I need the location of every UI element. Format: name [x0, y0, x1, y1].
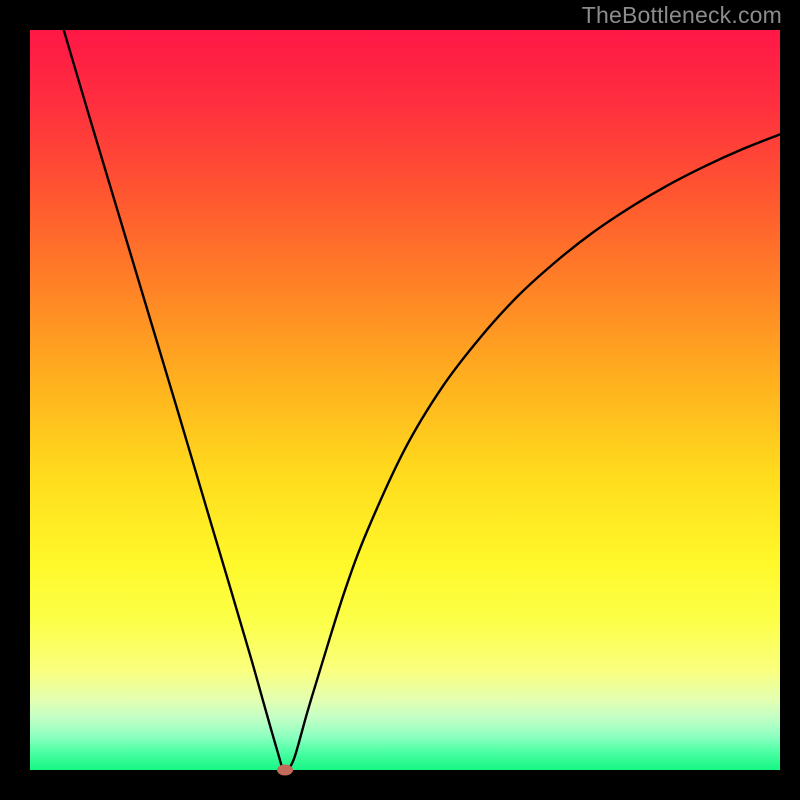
plot-background [30, 30, 780, 770]
bottleneck-chart [0, 0, 800, 800]
optimal-point-marker [277, 765, 293, 776]
watermark-text: TheBottleneck.com [582, 2, 782, 29]
chart-container: { "watermark": "TheBottleneck.com", "cha… [0, 0, 800, 800]
